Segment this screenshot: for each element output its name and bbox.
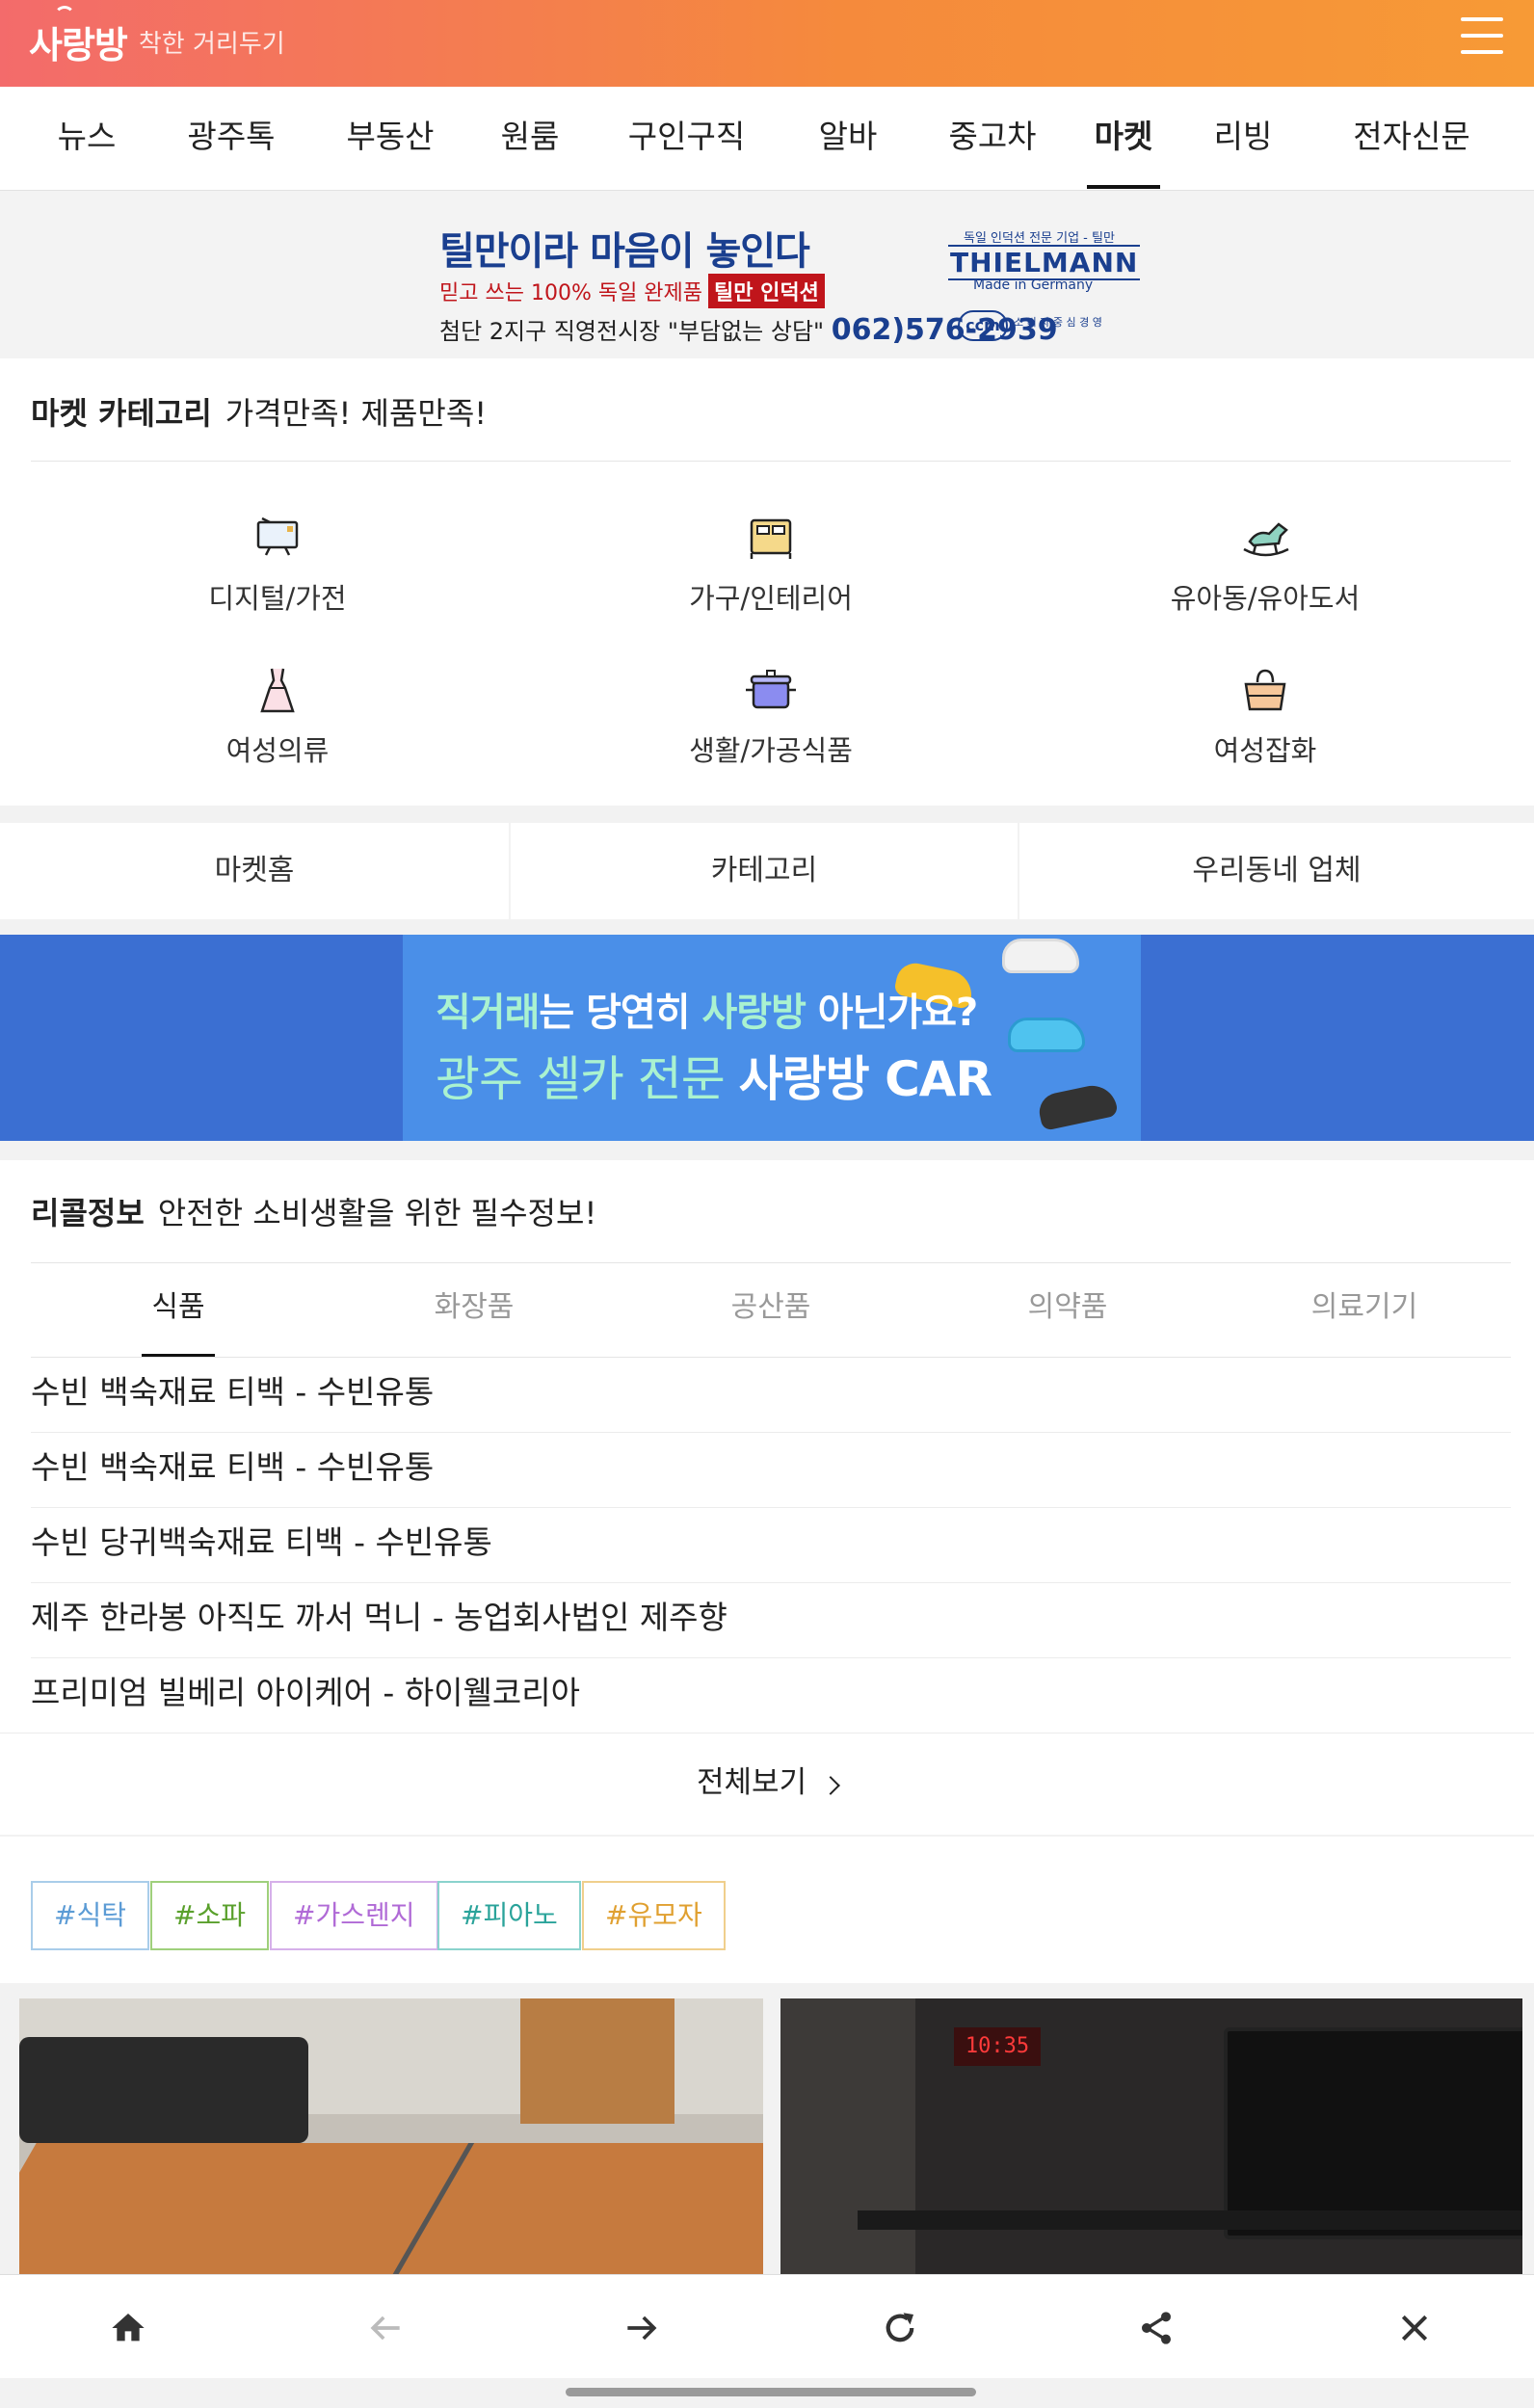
tab-category[interactable]: 카테고리 xyxy=(511,823,1018,919)
dress-icon xyxy=(260,668,295,713)
category-label: 여성잡화 xyxy=(1213,734,1317,767)
category-furniture[interactable]: 가구/인테리어 xyxy=(626,509,915,617)
recall-tab-medicine[interactable]: 의약품 xyxy=(971,1262,1164,1359)
nav-item-news[interactable]: 뉴스 xyxy=(39,87,135,191)
tab-local-business[interactable]: 우리동네 업체 xyxy=(1019,823,1534,919)
category-label: 가구/인테리어 xyxy=(689,582,853,615)
ccm-caption: 소 비 자 중 심 경 영 xyxy=(1014,316,1102,329)
nav-item-oneroom[interactable]: 원룸 xyxy=(482,87,578,191)
recall-item[interactable]: 제주 한라봉 아직도 까서 먹니 - 농업회사법인 제주향 xyxy=(31,1580,727,1655)
recall-tab-industrial[interactable]: 공산품 xyxy=(674,1262,867,1359)
category-label: 디지털/가전 xyxy=(208,582,347,615)
browser-bottom-bar xyxy=(0,2274,1534,2378)
car-ad-line1: 직거래는 당연히 사랑방 아닌가요? xyxy=(436,991,978,1035)
nav-item-parttime[interactable]: 알바 xyxy=(800,87,896,191)
tag-stroller[interactable]: #유모자 xyxy=(582,1881,726,1950)
nav-item-usedcar[interactable]: 중고차 xyxy=(930,87,1055,191)
logo-tagline: 착한 거리두기 xyxy=(138,29,285,59)
recall-tab-cosmetics[interactable]: 화장품 xyxy=(378,1262,570,1359)
category-womens-clothing[interactable]: 여성의류 xyxy=(133,661,422,769)
recall-title: 리콜정보 안전한 소비생활을 위한 필수정보! xyxy=(31,1195,597,1231)
pot-icon xyxy=(746,670,796,709)
nav-active-indicator xyxy=(1087,185,1160,189)
recall-item[interactable]: 수빈 당귀백숙재료 티백 - 수빈유통 xyxy=(31,1505,492,1580)
ad-made-in: Made in Germany xyxy=(973,278,1094,293)
clock-display: 10:35 xyxy=(954,2027,1041,2066)
product-photo-monitor[interactable]: 10:35 xyxy=(780,1998,1522,2278)
tab-market-home[interactable]: 마켓홈 xyxy=(0,823,509,919)
category-womens-accessories[interactable]: 여성잡화 xyxy=(1121,661,1410,769)
tag-piano[interactable]: #피아노 xyxy=(437,1881,581,1950)
nav-item-jobs[interactable]: 구인구직 xyxy=(617,87,756,191)
rocking-horse-icon xyxy=(1243,522,1289,557)
home-icon[interactable] xyxy=(101,2301,155,2355)
car-icon xyxy=(1008,1018,1085,1052)
main-nav: 뉴스 광주톡 부동산 원룸 구인구직 알바 중고차 마켓 리빙 전자신문 xyxy=(0,87,1534,191)
app-header: 사랑방 착한 거리두기 xyxy=(0,0,1534,87)
chevron-right-icon xyxy=(821,1776,840,1795)
tag-gas-range[interactable]: #가스렌지 xyxy=(270,1881,438,1950)
nav-item-realestate[interactable]: 부동산 xyxy=(328,87,453,191)
nav-item-market[interactable]: 마켓 xyxy=(1075,87,1172,191)
handbag-icon xyxy=(1244,669,1286,711)
home-indicator[interactable] xyxy=(566,2388,976,2396)
ad-brand-caption: 독일 인덕션 전문 기업 - 틸만 xyxy=(964,231,1115,246)
bed-icon xyxy=(750,518,792,559)
close-icon[interactable] xyxy=(1388,2301,1441,2355)
market-tabs: 마켓홈 카테고리 우리동네 업체 xyxy=(0,823,1534,919)
nav-item-living[interactable]: 리빙 xyxy=(1195,87,1291,191)
nav-item-enewspaper[interactable]: 전자신문 xyxy=(1335,87,1489,191)
ad-brand-logo: THIELMANN xyxy=(948,245,1141,280)
ad-chip: 틸만 인덕션 xyxy=(708,274,825,308)
tag-dining-table[interactable]: #식탁 xyxy=(31,1881,149,1950)
category-digital[interactable]: 디지털/가전 xyxy=(133,509,422,617)
ad-subline: 믿고 쓰는 100% 독일 완제품 틸만 인덕션 xyxy=(439,274,825,308)
tag-sofa[interactable]: #소파 xyxy=(150,1881,269,1950)
category-kids[interactable]: 유아동/유아도서 xyxy=(1121,509,1410,617)
recall-item[interactable]: 수빈 백숙재료 티백 - 수빈유통 xyxy=(31,1430,434,1505)
recall-tab-medical-device[interactable]: 의료기기 xyxy=(1268,1262,1461,1359)
recall-item[interactable]: 수빈 백숙재료 티백 - 수빈유통 xyxy=(31,1355,434,1430)
ad-headline: 틸만이라 마음이 놓인다 xyxy=(439,229,810,274)
market-category-title: 마켓 카테고리 가격만족! 제품만족! xyxy=(31,395,488,432)
tv-icon xyxy=(256,516,299,556)
car-icon xyxy=(1036,1081,1119,1131)
share-icon[interactable] xyxy=(1129,2301,1183,2355)
divider xyxy=(31,461,1511,462)
ccm-logo: ccm xyxy=(958,310,1008,341)
recall-item[interactable]: 프리미엄 빌베리 아이케어 - 하이웰코리아 xyxy=(31,1655,580,1731)
nav-item-gwangjutalk[interactable]: 광주톡 xyxy=(173,87,289,191)
car-ad-line2: 광주 셀카 전문 사랑방 CAR xyxy=(436,1051,992,1107)
view-all-link[interactable]: 전체보기 xyxy=(0,1734,1534,1831)
hamburger-icon[interactable] xyxy=(1461,17,1503,54)
recall-tab-food[interactable]: 식품 xyxy=(82,1262,275,1359)
category-label: 생활/가공식품 xyxy=(689,734,853,767)
category-label: 여성의류 xyxy=(225,734,330,767)
category-living-food[interactable]: 생활/가공식품 xyxy=(626,661,915,769)
product-photo-desk[interactable] xyxy=(19,1998,763,2278)
car-icon xyxy=(1002,939,1079,973)
logo-text: 사랑방 xyxy=(29,23,128,66)
forward-arrow-icon[interactable] xyxy=(615,2301,669,2355)
refresh-icon[interactable] xyxy=(873,2301,927,2355)
back-arrow-icon[interactable] xyxy=(358,2301,412,2355)
category-label: 유아동/유아도서 xyxy=(1170,582,1361,615)
